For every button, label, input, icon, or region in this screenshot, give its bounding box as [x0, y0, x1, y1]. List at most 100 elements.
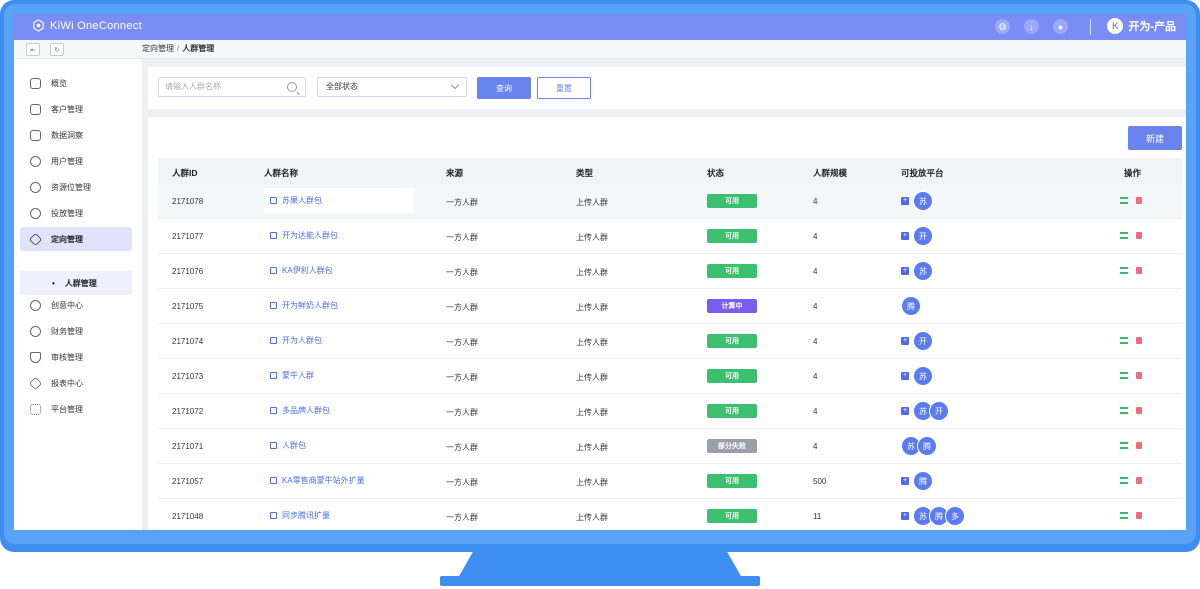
sidebar-item-customers[interactable]: 客户管理 [20, 97, 132, 121]
table-row[interactable]: 2171078 苏果人群包 一方人群 上传人群 可用 4 + 苏 [158, 184, 1182, 219]
edit-icon[interactable] [270, 477, 277, 484]
table-row[interactable]: 2171073 蒙牛人群 一方人群 上传人群 可用 4 + 苏 [158, 359, 1182, 394]
delete-icon[interactable] [1136, 232, 1142, 239]
sync-icon[interactable] [1120, 512, 1128, 519]
delete-icon[interactable] [1136, 337, 1142, 344]
delete-icon[interactable] [1136, 512, 1142, 519]
delete-icon[interactable] [1136, 372, 1142, 379]
sidebar-subitem-audience[interactable]: • 人群管理 [20, 271, 132, 295]
sidebar-item-targeting[interactable]: 定向管理 [20, 227, 132, 251]
audience-name-link[interactable]: 同步腾讯扩量 [264, 503, 414, 528]
play-icon [30, 207, 41, 219]
sidebar-item-reports[interactable]: 报表中心 [20, 371, 132, 395]
sidebar-item-platform[interactable]: 平台管理 [20, 397, 132, 421]
breadcrumb-parent[interactable]: 定向管理 [142, 44, 174, 53]
row-actions [1120, 372, 1142, 379]
search-input[interactable]: 请输入人群名称 [158, 77, 306, 97]
audience-name-link[interactable]: 开为人群包 [264, 328, 414, 353]
table-row[interactable]: 2171072 多品牌人群包 一方人群 上传人群 可用 4 + 苏开 [158, 394, 1182, 429]
refresh-icon[interactable]: ↻ [50, 43, 64, 56]
sidebar-item-users[interactable]: 用户管理 [20, 149, 132, 173]
sync-icon[interactable] [1120, 267, 1128, 274]
user-menu[interactable]: K 开为-产品 [1107, 18, 1176, 34]
audience-name-link[interactable]: 多品牌人群包 [264, 398, 414, 423]
sidebar-item-insights[interactable]: 数据洞察 [20, 123, 132, 147]
table-row[interactable]: 2171074 开为人群包 一方人群 上传人群 可用 4 + 开 [158, 324, 1182, 359]
sidebar-item-finance[interactable]: 财务管理 [20, 319, 132, 343]
edit-icon[interactable] [270, 337, 277, 344]
sidebar-item-label: 审核管理 [51, 352, 83, 362]
sync-icon[interactable] [1120, 337, 1128, 344]
sync-icon[interactable] [1120, 372, 1128, 379]
plus-icon[interactable]: + [901, 337, 909, 345]
plus-icon[interactable]: + [901, 407, 909, 415]
edit-icon[interactable] [270, 197, 277, 204]
globe-icon[interactable]: ◍ [995, 19, 1010, 34]
sync-icon[interactable] [1120, 407, 1128, 414]
table-row[interactable]: 2171076 KA伊利人群包 一方人群 上传人群 可用 4 + 苏 [158, 254, 1182, 289]
collapse-icon[interactable]: ⇤ [26, 43, 40, 56]
sidebar-item-overview[interactable]: 概览 [20, 71, 132, 95]
new-audience-button[interactable]: 新建 [1128, 126, 1182, 150]
audience-type: 上传人群 [576, 338, 608, 347]
table-row[interactable]: 2171075 开为鲜奶人群包 一方人群 上传人群 计算中 4 腾 [158, 289, 1182, 324]
plus-icon[interactable]: + [901, 267, 909, 275]
table-row[interactable]: 2171048 同步腾讯扩量 一方人群 上传人群 可用 11 + 苏腾多 [158, 499, 1182, 530]
row-actions [1120, 232, 1142, 239]
query-button[interactable]: 查询 [477, 77, 531, 99]
plus-icon[interactable]: + [901, 372, 909, 380]
sidebar-item-review[interactable]: 审核管理 [20, 345, 132, 369]
sidebar-item-resources[interactable]: 资源位管理 [20, 175, 132, 199]
audience-name-link[interactable]: 开为达能人群包 [264, 223, 414, 248]
plus-icon[interactable]: + [901, 232, 909, 240]
audience-name-link[interactable]: 蒙牛人群 [264, 363, 414, 388]
table-row[interactable]: 2171057 KA零售商蒙牛站外扩量 一方人群 上传人群 可用 500 + 腾 [158, 464, 1182, 499]
column-header: 操作 [1124, 168, 1142, 178]
edit-icon[interactable] [270, 267, 277, 274]
row-actions [1120, 407, 1142, 414]
audience-size: 4 [813, 337, 818, 346]
app-logo[interactable]: KiWi OneConnect [32, 19, 142, 32]
delete-icon[interactable] [1136, 197, 1142, 204]
audience-name-link[interactable]: 苏果人群包 [264, 188, 414, 213]
audience-type: 上传人群 [576, 233, 608, 242]
status-select-value: 全部状态 [326, 82, 358, 91]
status-select[interactable]: 全部状态 [317, 77, 467, 97]
top-bar: KiWi OneConnect ◍ ↓ ● K 开为-产品 [14, 14, 1186, 40]
edit-icon[interactable] [270, 302, 277, 309]
edit-icon[interactable] [270, 442, 277, 449]
reset-button[interactable]: 重置 [537, 77, 591, 99]
shield-icon [30, 351, 41, 363]
audience-name-link[interactable]: KA零售商蒙牛站外扩量 [264, 468, 414, 493]
sync-icon[interactable] [1120, 197, 1128, 204]
delete-icon[interactable] [1136, 477, 1142, 484]
search-icon[interactable] [287, 82, 297, 92]
table-row[interactable]: 2171071 人群包 一方人群 上传人群 部分失败 4 苏腾 [158, 429, 1182, 464]
delete-icon[interactable] [1136, 442, 1142, 449]
delete-icon[interactable] [1136, 407, 1142, 414]
notification-icon[interactable]: ● [1053, 19, 1068, 34]
audience-name-link[interactable]: 人群包 [264, 433, 414, 458]
sidebar-item-label: 客户管理 [51, 104, 83, 114]
download-icon[interactable]: ↓ [1024, 19, 1039, 34]
audience-name-link[interactable]: 开为鲜奶人群包 [264, 293, 414, 318]
edit-icon[interactable] [270, 512, 277, 519]
sidebar-item-label: 报表中心 [51, 378, 83, 388]
audience-name-link[interactable]: KA伊利人群包 [264, 258, 414, 283]
bullet-icon: • [52, 278, 55, 288]
plus-icon[interactable]: + [901, 512, 909, 520]
audience-name: 开为鲜奶人群包 [282, 301, 338, 310]
table-row[interactable]: 2171077 开为达能人群包 一方人群 上传人群 可用 4 + 开 [158, 219, 1182, 254]
sync-icon[interactable] [1120, 232, 1128, 239]
sidebar-item-creative[interactable]: 创意中心 [20, 293, 132, 317]
sidebar-item-delivery[interactable]: 投放管理 [20, 201, 132, 225]
edit-icon[interactable] [270, 407, 277, 414]
audience-source: 一方人群 [446, 373, 478, 382]
sync-icon[interactable] [1120, 477, 1128, 484]
sync-icon[interactable] [1120, 442, 1128, 449]
plus-icon[interactable]: + [901, 477, 909, 485]
plus-icon[interactable]: + [901, 197, 909, 205]
delete-icon[interactable] [1136, 267, 1142, 274]
edit-icon[interactable] [270, 372, 277, 379]
edit-icon[interactable] [270, 232, 277, 239]
